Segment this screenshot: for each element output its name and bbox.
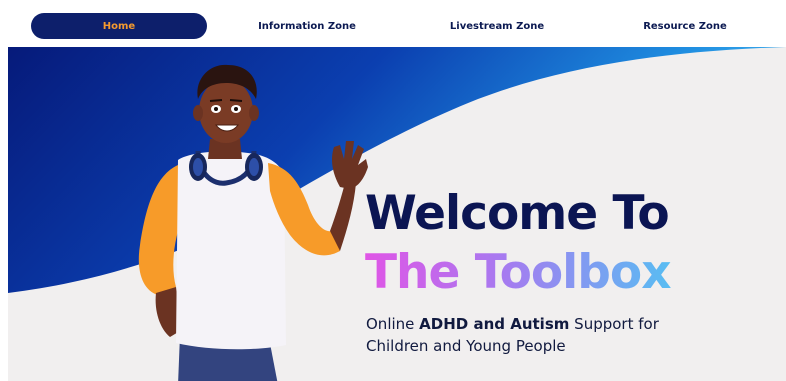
nav-livestream-zone[interactable]: Livestream Zone: [412, 13, 582, 39]
hero-banner: Welcome To The Toolbox Online ADHD and A…: [8, 47, 786, 381]
hero-headline-line2: The Toolbox: [365, 245, 672, 300]
tagline-line2: Children and Young People: [366, 337, 566, 355]
nav-resource-zone[interactable]: Resource Zone: [600, 13, 770, 39]
nav-information-zone[interactable]: Information Zone: [222, 13, 392, 39]
tagline-prefix: Online: [366, 315, 415, 333]
tagline-strong: ADHD and Autism: [419, 315, 570, 333]
waving-boy-illustration: [138, 64, 368, 381]
page: Home Information Zone Livestream Zone Re…: [0, 0, 786, 381]
hero-headline-line1: Welcome To: [365, 186, 670, 241]
main-nav: Home Information Zone Livestream Zone Re…: [0, 0, 786, 47]
nav-home[interactable]: Home: [31, 13, 207, 39]
hero-tagline: Online ADHD and Autism Support for Child…: [366, 313, 726, 357]
tagline-line1-suffix: Support for: [574, 315, 659, 333]
